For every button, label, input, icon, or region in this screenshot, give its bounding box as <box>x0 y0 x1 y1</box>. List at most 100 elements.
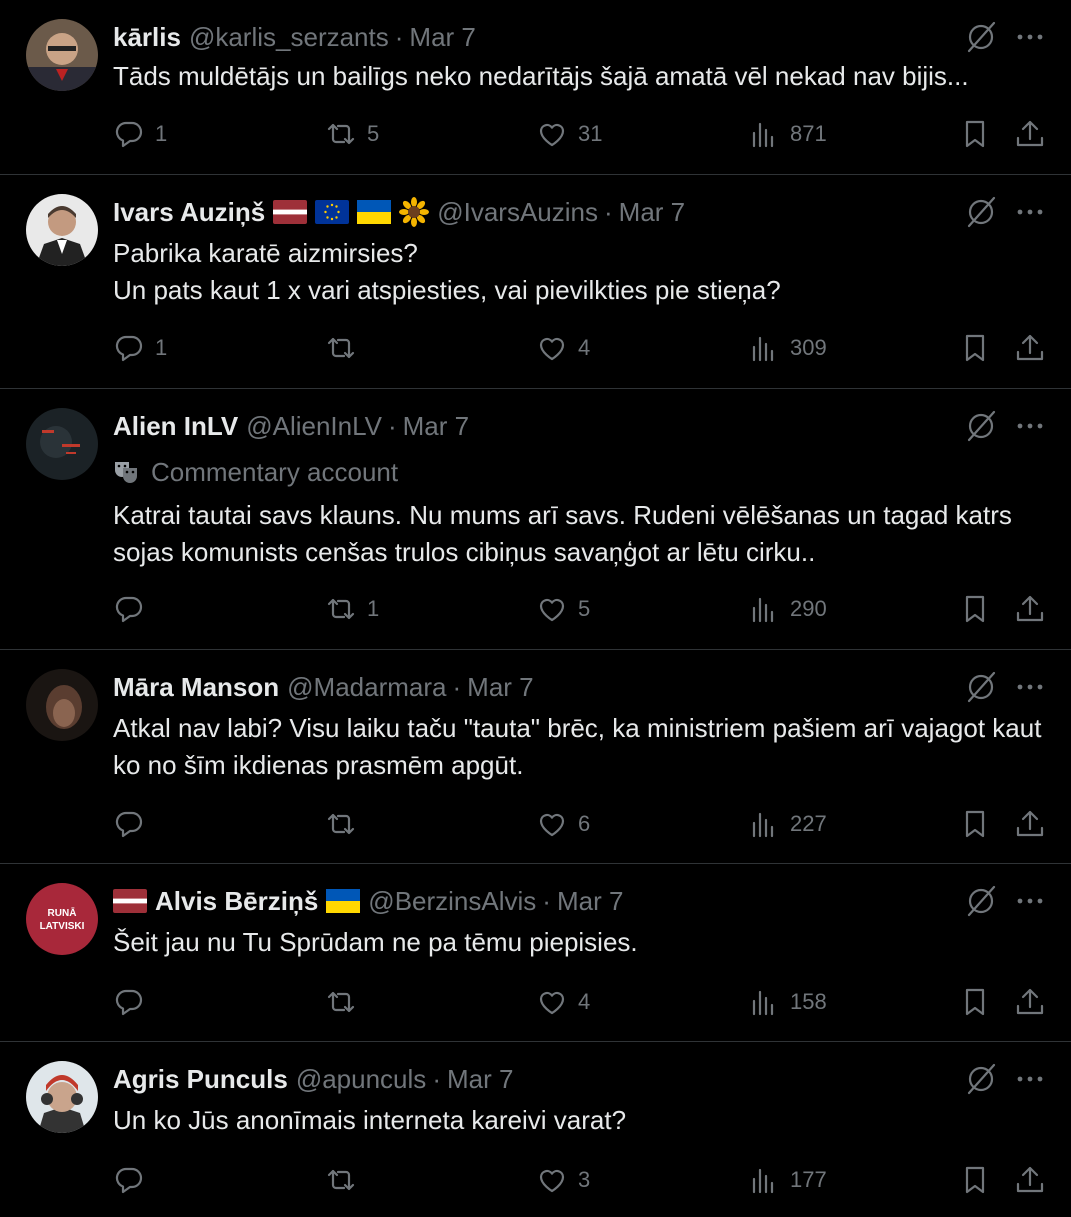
views-icon <box>752 812 774 838</box>
flag-latvia-icon <box>273 200 308 224</box>
username[interactable]: @karlis_serzants <box>189 22 389 53</box>
reply-button[interactable] <box>113 589 155 629</box>
views-button[interactable]: 309 <box>748 328 827 368</box>
more-options-icon[interactable] <box>1015 413 1045 439</box>
tweet[interactable]: Alien InLV @AlienInLV · Mar 7 Commentary… <box>0 389 1071 650</box>
views-icon <box>752 1168 774 1194</box>
views-icon <box>752 597 774 623</box>
timestamp[interactable]: Mar 7 <box>557 886 623 917</box>
reply-button[interactable] <box>113 1160 155 1200</box>
bookmark-button[interactable] <box>959 328 991 368</box>
tweet[interactable]: kārlis @karlis_serzants · Mar 7 Tāds mul… <box>0 0 1071 175</box>
avatar-text-line-2: LATVISKI <box>40 921 85 932</box>
bookmark-button[interactable] <box>959 589 991 629</box>
grok-icon[interactable] <box>964 20 998 54</box>
repost-button[interactable] <box>325 1160 367 1200</box>
share-button[interactable] <box>1014 1160 1046 1200</box>
grok-icon[interactable] <box>964 1062 998 1096</box>
timestamp[interactable]: Mar 7 <box>403 411 469 442</box>
share-button[interactable] <box>1014 982 1046 1022</box>
display-name[interactable]: kārlis <box>113 22 181 53</box>
username[interactable]: @IvarsAuzins <box>437 197 598 228</box>
timestamp[interactable]: Mar 7 <box>409 22 475 53</box>
views-button[interactable]: 871 <box>748 114 827 154</box>
tweet-header: Alien InLV @AlienInLV · Mar 7 <box>113 409 469 443</box>
username[interactable]: @apunculs <box>296 1064 426 1095</box>
view-count: 290 <box>790 596 827 621</box>
avatar-text-line-1: RUNĀ <box>48 907 77 919</box>
tweet-actions: 1 4 309 <box>0 328 1071 368</box>
views-button[interactable]: 177 <box>748 1160 827 1200</box>
views-button[interactable]: 158 <box>748 982 827 1022</box>
display-name[interactable]: Agris Punculs <box>113 1064 288 1095</box>
reply-icon <box>115 121 143 148</box>
avatar[interactable] <box>26 1061 98 1133</box>
display-name[interactable]: Alien InLV <box>113 411 238 442</box>
flag-latvia-icon <box>113 889 147 913</box>
reply-button[interactable] <box>113 804 155 844</box>
avatar[interactable]: RUNĀ LATVISKI <box>26 883 98 955</box>
tweet[interactable]: RUNĀ LATVISKI Alvis Bērziņš @BerzinsAlvis… <box>0 864 1071 1042</box>
avatar[interactable] <box>26 408 98 480</box>
flag-ukraine-icon <box>326 889 361 913</box>
grok-icon[interactable] <box>964 884 998 918</box>
heart-icon <box>539 813 565 837</box>
share-button[interactable] <box>1014 328 1046 368</box>
display-name[interactable]: Māra Manson <box>113 672 279 703</box>
tweet[interactable]: Ivars Auziņš @IvarsAuzins · Mar 7 Pabrik… <box>0 175 1071 389</box>
tweet[interactable]: Agris Punculs @apunculs · Mar 7 Un ko Jū… <box>0 1042 1071 1217</box>
reply-button[interactable] <box>113 982 155 1022</box>
more-options-icon[interactable] <box>1015 1066 1045 1092</box>
bookmark-button[interactable] <box>959 982 991 1022</box>
view-count: 158 <box>790 989 827 1014</box>
grok-icon[interactable] <box>964 670 998 704</box>
bookmark-button[interactable] <box>959 1160 991 1200</box>
like-button[interactable]: 5 <box>536 589 590 629</box>
views-button[interactable]: 227 <box>748 804 827 844</box>
avatar[interactable] <box>26 669 98 741</box>
like-button[interactable]: 6 <box>536 804 590 844</box>
tweet[interactable]: Māra Manson @Madarmara · Mar 7 Atkal nav… <box>0 650 1071 864</box>
repost-button[interactable] <box>325 804 367 844</box>
username[interactable]: @AlienInLV <box>246 411 382 442</box>
timestamp[interactable]: Mar 7 <box>619 197 685 228</box>
bookmark-icon <box>965 334 985 362</box>
grok-icon[interactable] <box>964 195 998 229</box>
more-options-icon[interactable] <box>1015 888 1045 914</box>
repost-button[interactable]: 5 <box>325 114 379 154</box>
like-button[interactable]: 4 <box>536 982 590 1022</box>
display-name[interactable]: Alvis Bērziņš <box>155 886 318 917</box>
share-button[interactable] <box>1014 589 1046 629</box>
more-options-icon[interactable] <box>1015 24 1045 50</box>
share-button[interactable] <box>1014 804 1046 844</box>
more-options-icon[interactable] <box>1015 674 1045 700</box>
bookmark-button[interactable] <box>959 804 991 844</box>
bookmark-button[interactable] <box>959 114 991 154</box>
share-button[interactable] <box>1014 114 1046 154</box>
heart-icon <box>539 123 565 147</box>
tweet-header: Agris Punculs @apunculs · Mar 7 <box>113 1062 513 1096</box>
reply-button[interactable]: 1 <box>113 328 167 368</box>
grok-icon[interactable] <box>964 409 998 443</box>
separator: · <box>432 1063 441 1094</box>
repost-button[interactable] <box>325 982 367 1022</box>
like-button[interactable]: 31 <box>536 114 602 154</box>
bookmark-icon <box>965 120 985 148</box>
reply-button[interactable]: 1 <box>113 114 167 154</box>
username[interactable]: @Madarmara <box>287 672 446 703</box>
timestamp[interactable]: Mar 7 <box>447 1064 513 1095</box>
timestamp[interactable]: Mar 7 <box>467 672 533 703</box>
like-button[interactable]: 3 <box>536 1160 590 1200</box>
avatar[interactable] <box>26 194 98 266</box>
account-label[interactable]: Commentary account <box>113 454 398 490</box>
repost-button[interactable]: 1 <box>325 589 379 629</box>
avatar[interactable] <box>26 19 98 91</box>
repost-button[interactable] <box>325 328 367 368</box>
more-options-icon[interactable] <box>1015 199 1045 225</box>
username[interactable]: @BerzinsAlvis <box>368 886 536 917</box>
display-name[interactable]: Ivars Auziņš <box>113 197 265 228</box>
views-button[interactable]: 290 <box>748 589 827 629</box>
tweet-header: Ivars Auziņš @IvarsAuzins · Mar 7 <box>113 195 685 229</box>
like-button[interactable]: 4 <box>536 328 590 368</box>
like-count: 5 <box>578 596 591 621</box>
